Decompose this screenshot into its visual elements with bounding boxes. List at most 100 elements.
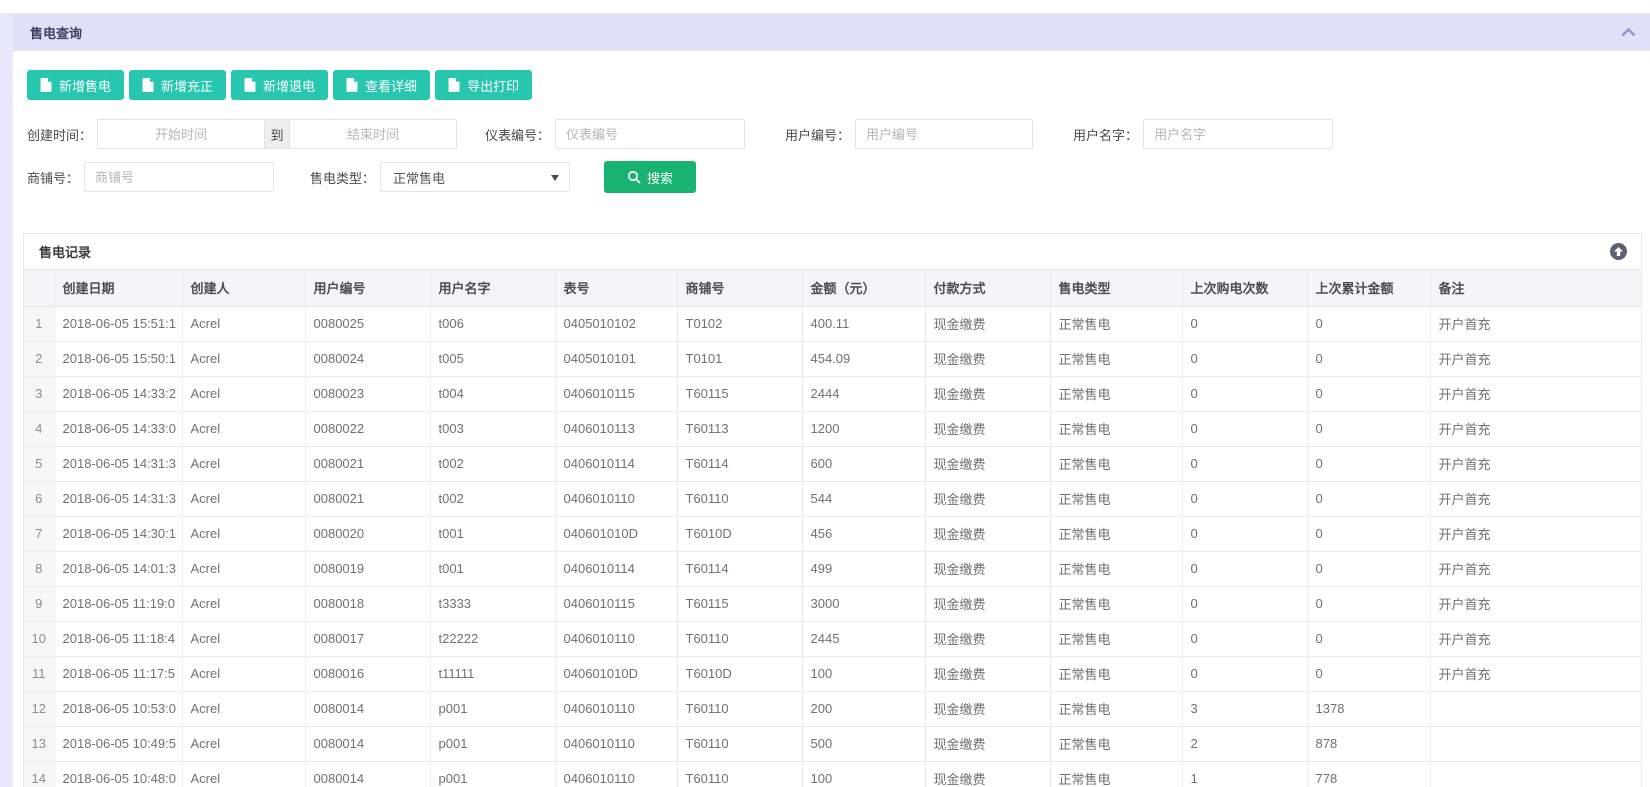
table-cell: 500 [802,726,925,761]
table-cell: 0080014 [305,761,430,787]
row-index: 1 [24,306,54,341]
table-cell: 2018-06-05 11:18:4 [54,621,182,656]
table-row[interactable]: 112018-06-05 11:17:5Acrel0080016t1111104… [24,656,1641,691]
table-row[interactable]: 32018-06-05 14:33:2Acrel0080023t00404060… [24,376,1641,411]
table-cell: 0 [1307,621,1430,656]
table-cell: 正常售电 [1050,726,1182,761]
file-icon [142,78,154,92]
table-row[interactable]: 142018-06-05 10:48:0Acrel0080014p0010406… [24,761,1641,787]
row-index: 8 [24,551,54,586]
table-cell: 正常售电 [1050,481,1182,516]
start-time-input[interactable] [97,119,265,149]
table-row[interactable]: 42018-06-05 14:33:0Acrel0080022t00304060… [24,411,1641,446]
table-cell: 开户首充 [1430,306,1641,341]
sale-type-label: 售电类型： [310,168,375,187]
table-cell: Acrel [182,306,305,341]
table-cell: 正常售电 [1050,621,1182,656]
table-cell: 0 [1182,586,1307,621]
button-label: 新增售电 [59,76,111,95]
records-panel: 售电记录 创建日期创建人用户编号用户名字表号商铺号金额（元）付款方式售电类型上次… [23,233,1642,787]
row-index: 3 [24,376,54,411]
table-cell: 正常售电 [1050,586,1182,621]
table-cell: 1200 [802,411,925,446]
search-button[interactable]: 搜索 [604,161,696,193]
row-index: 2 [24,341,54,376]
table-cell: 2018-06-05 15:50:1 [54,341,182,376]
table-cell: Acrel [182,656,305,691]
shop-no-input[interactable] [84,162,274,192]
table-cell: 正常售电 [1050,691,1182,726]
table-row[interactable]: 12018-06-05 15:51:1Acrel0080025t00604050… [24,306,1641,341]
row-index: 5 [24,446,54,481]
table-cell: 2018-06-05 10:48:0 [54,761,182,787]
chevron-up-icon[interactable] [1621,28,1636,37]
add-correction-button[interactable]: 新增充正 [129,70,226,100]
table-cell: 2018-06-05 10:53:0 [54,691,182,726]
table-cell: Acrel [182,341,305,376]
table-cell: 开户首充 [1430,481,1641,516]
table-row[interactable]: 72018-06-05 14:30:1Acrel0080020t00104060… [24,516,1641,551]
table-cell: T0101 [677,341,802,376]
table-cell: 0080021 [305,481,430,516]
table-row[interactable]: 122018-06-05 10:53:0Acrel0080014p0010406… [24,691,1641,726]
select-caret-icon [551,175,559,181]
table-row[interactable]: 82018-06-05 14:01:3Acrel0080019t00104060… [24,551,1641,586]
table-cell: 0406010114 [555,446,677,481]
table-cell: p001 [430,691,555,726]
file-icon [40,78,52,92]
view-detail-button[interactable]: 查看详细 [333,70,430,100]
row-index: 4 [24,411,54,446]
table-cell: 600 [802,446,925,481]
table-cell: T60110 [677,726,802,761]
table-cell: 2018-06-05 14:01:3 [54,551,182,586]
table-cell: 0080017 [305,621,430,656]
table-cell: p001 [430,761,555,787]
user-name-input[interactable] [1143,119,1333,149]
table-row[interactable]: 102018-06-05 11:18:4Acrel0080017t2222204… [24,621,1641,656]
table-row[interactable]: 52018-06-05 14:31:3Acrel0080021t00204060… [24,446,1641,481]
table-cell: 2018-06-05 14:33:2 [54,376,182,411]
table-cell: 0406010113 [555,411,677,446]
table-row[interactable]: 92018-06-05 11:19:0Acrel0080018t33330406… [24,586,1641,621]
table-cell: 0080016 [305,656,430,691]
table-cell: 现金缴费 [925,516,1050,551]
table-cell: 0406010110 [555,621,677,656]
table-cell: T60115 [677,376,802,411]
table-cell: 0080025 [305,306,430,341]
add-sale-button[interactable]: 新增售电 [27,70,124,100]
sale-type-selected-value: 正常售电 [393,168,445,187]
table-cell: 开户首充 [1430,656,1641,691]
table-cell: 0080021 [305,446,430,481]
table-row[interactable]: 62018-06-05 14:31:3Acrel0080021t00204060… [24,481,1641,516]
add-refund-button[interactable]: 新增退电 [231,70,328,100]
user-no-input[interactable] [855,119,1033,149]
table-cell: 0 [1307,376,1430,411]
meter-no-input[interactable] [555,119,745,149]
table-row[interactable]: 22018-06-05 15:50:1Acrel0080024t00504050… [24,341,1641,376]
export-print-button[interactable]: 导出打印 [435,70,532,100]
table-cell: T6010D [677,656,802,691]
table-cell: 0406010115 [555,586,677,621]
table-cell: 0 [1307,481,1430,516]
toolbar: 新增售电 新增充正新增退电查看详细导出打印 [13,51,1650,100]
sale-type-select[interactable]: 正常售电 [380,162,570,192]
table-cell: 正常售电 [1050,761,1182,787]
table-cell: T60110 [677,621,802,656]
collapse-up-icon[interactable] [1610,243,1627,260]
table-row[interactable]: 132018-06-05 10:49:5Acrel0080014p0010406… [24,726,1641,761]
table-cell: 0080023 [305,376,430,411]
table-cell: 0 [1182,376,1307,411]
table-cell: Acrel [182,586,305,621]
table-cell: 现金缴费 [925,446,1050,481]
table-cell: 499 [802,551,925,586]
table-cell: 544 [802,481,925,516]
end-time-input[interactable] [289,119,457,149]
table-cell: 2018-06-05 14:30:1 [54,516,182,551]
table-cell: 开户首充 [1430,586,1641,621]
shop-no-label: 商铺号： [27,168,79,187]
user-name-label: 用户名字： [1073,125,1138,144]
table-cell: 开户首充 [1430,621,1641,656]
button-label: 新增充正 [161,76,213,95]
table-cell: 3000 [802,586,925,621]
table-cell: Acrel [182,621,305,656]
